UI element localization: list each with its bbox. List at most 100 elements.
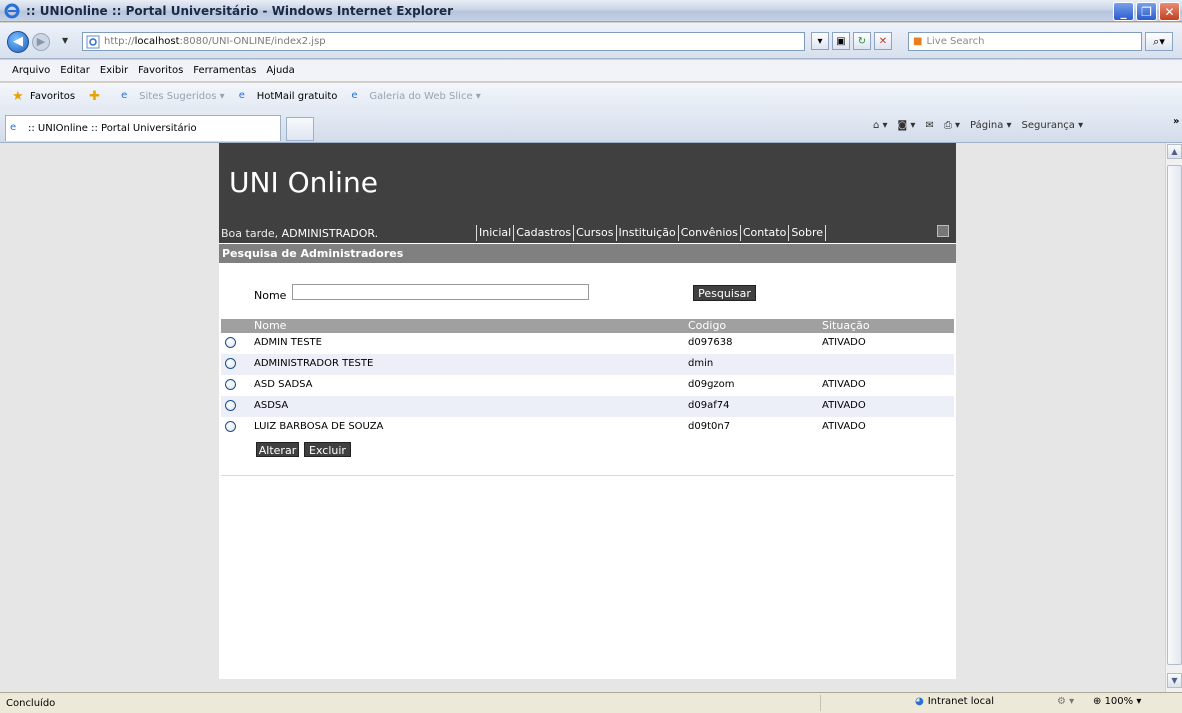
add-favorite-button[interactable]: ✚ [89, 88, 107, 104]
cell-status: ATIVADO [822, 379, 866, 390]
nav-inicial[interactable]: Inicial [478, 225, 512, 241]
home-icon[interactable]: ⌂ ▾ [873, 120, 888, 131]
row-radio[interactable] [225, 358, 236, 369]
nav-sobre[interactable]: Sobre [790, 225, 824, 241]
address-input[interactable]: http://localhost:8080/UNI-ONLINE/index2.… [82, 32, 805, 51]
maximize-button[interactable]: ❐ [1136, 2, 1157, 21]
ie-logo-icon [4, 3, 20, 18]
vertical-scrollbar[interactable]: ▲ ▼ [1165, 143, 1182, 692]
refresh-icon[interactable]: ↻ [853, 32, 871, 50]
admin-table: Nome Codigo Situação ADMIN TESTE d097638… [221, 319, 954, 438]
print-icon[interactable]: ⎙ ▾ [944, 120, 960, 131]
cell-status: ATIVADO [822, 337, 866, 348]
protected-mode-icon[interactable]: ⚙ ▾ [1057, 696, 1074, 707]
fav-hotmail[interactable]: e HotMail gratuito [239, 90, 338, 104]
nav-cursos[interactable]: Cursos [575, 225, 614, 241]
stop-icon[interactable]: ✕ [874, 32, 892, 50]
forward-button[interactable]: ▶ [32, 33, 50, 51]
menu-bar: Arquivo Editar Exibir Favoritos Ferramen… [0, 60, 1182, 82]
new-tab-button[interactable] [286, 117, 314, 141]
logout-icon[interactable] [937, 225, 949, 237]
scroll-up-icon[interactable]: ▲ [1167, 144, 1182, 159]
table-row[interactable]: ADMINISTRADOR TESTE dmin [221, 354, 954, 375]
cell-name: ADMINISTRADOR TESTE [254, 358, 374, 369]
header-name: Nome [254, 319, 287, 332]
cell-status: ATIVADO [822, 421, 866, 432]
tab-row: e :: UNIOnline :: Portal Universitário ⌂… [0, 110, 1182, 143]
table-header: Nome Codigo Situação [221, 319, 954, 333]
menu-exibir[interactable]: Exibir [100, 65, 128, 76]
nav-instituicao[interactable]: Instituição [618, 225, 677, 241]
table-row[interactable]: ASDSA d09af74 ATIVADO [221, 396, 954, 417]
cell-code: d09t0n7 [688, 421, 731, 432]
delete-button[interactable]: Excluir [304, 442, 351, 457]
table-row[interactable]: ADMIN TESTE d097638 ATIVADO [221, 333, 954, 354]
address-url: http://localhost:8080/UNI-ONLINE/index2.… [104, 36, 326, 47]
scroll-down-icon[interactable]: ▼ [1167, 673, 1182, 688]
header-status: Situação [822, 319, 870, 332]
close-button[interactable]: ✕ [1159, 2, 1180, 21]
search-submit-button[interactable]: Pesquisar [693, 285, 756, 301]
ie-page-icon: e [351, 89, 358, 101]
cell-name: ASDSA [254, 400, 289, 411]
nav-contato[interactable]: Contato [742, 225, 787, 241]
ie-page-icon: e [10, 121, 17, 133]
star-icon: ★ [12, 88, 24, 104]
table-row[interactable]: LUIZ BARBOSA DE SOUZA d09t0n7 ATIVADO [221, 417, 954, 438]
browser-viewport: UNI Online Boa tarde, ADMINISTRADOR. Ini… [0, 143, 1182, 692]
menu-ajuda[interactable]: Ajuda [266, 65, 294, 76]
security-zone[interactable]: ◕ Intranet local [915, 696, 994, 707]
search-placeholder: Live Search [926, 36, 985, 47]
status-bar: Concluído ◕ Intranet local ⚙ ▾ ⊕ 100% ▾ [0, 692, 1182, 713]
compatibility-view-icon[interactable]: ▣ [832, 32, 850, 50]
site-header: UNI Online Boa tarde, ADMINISTRADOR. Ini… [219, 143, 956, 243]
recent-pages-dropdown[interactable]: ▼ [62, 36, 68, 45]
site-logo: UNI Online [229, 166, 378, 199]
globe-icon: ◕ [915, 696, 924, 707]
menu-editar[interactable]: Editar [60, 65, 90, 76]
table-row[interactable]: ASD SADSA d09gzom ATIVADO [221, 375, 954, 396]
section-title: Pesquisa de Administradores [219, 244, 956, 263]
page-menu[interactable]: Página ▾ [970, 120, 1012, 131]
menu-favoritos[interactable]: Favoritos [138, 65, 183, 76]
divider [221, 475, 954, 476]
address-dropdown-button[interactable]: ▾ [811, 32, 829, 50]
cell-status: ATIVADO [822, 400, 866, 411]
more-chevron-icon[interactable]: » [1173, 116, 1179, 127]
search-input[interactable]: ■ Live Search [908, 32, 1142, 51]
nav-cadastros[interactable]: Cadastros [515, 225, 572, 241]
search-button[interactable]: ⌕▾ [1145, 32, 1173, 51]
scroll-thumb[interactable] [1167, 165, 1182, 665]
favorites-bar: ★ Favoritos ✚ e Sites Sugeridos ▾ e HotM… [0, 83, 1182, 110]
minimize-button[interactable]: _ [1113, 2, 1134, 21]
row-radio[interactable] [225, 379, 236, 390]
zoom-control[interactable]: ⊕ 100% ▾ [1093, 696, 1141, 707]
cell-code: d097638 [688, 337, 733, 348]
status-text: Concluído [6, 697, 56, 709]
header-code: Codigo [688, 319, 727, 332]
menu-arquivo[interactable]: Arquivo [12, 65, 50, 76]
security-menu[interactable]: Segurança ▾ [1022, 120, 1084, 131]
edit-button[interactable]: Alterar [256, 442, 299, 457]
cell-code: dmin [688, 358, 714, 369]
nav-convenios[interactable]: Convênios [680, 225, 739, 241]
feeds-icon[interactable]: ◙ ▾ [898, 120, 916, 131]
tab-unionline[interactable]: e :: UNIOnline :: Portal Universitário [5, 115, 281, 141]
row-radio[interactable] [225, 421, 236, 432]
mail-icon[interactable]: ✉ [925, 120, 933, 131]
favorites-button[interactable]: ★ Favoritos [12, 88, 75, 104]
fav-sites-sugeridos[interactable]: e Sites Sugeridos ▾ [121, 90, 225, 104]
menu-ferramentas[interactable]: Ferramentas [193, 65, 256, 76]
window-titlebar: :: UNIOnline :: Portal Universitário - W… [0, 0, 1182, 22]
live-search-icon: ■ [913, 36, 923, 47]
cell-code: d09gzom [688, 379, 735, 390]
status-panes [820, 695, 910, 711]
back-button[interactable]: ◀ [7, 31, 29, 53]
row-radio[interactable] [225, 400, 236, 411]
row-radio[interactable] [225, 337, 236, 348]
fav-web-slice[interactable]: e Galeria do Web Slice ▾ [351, 90, 480, 104]
greeting: Boa tarde, ADMINISTRADOR. [221, 227, 379, 240]
add-star-icon: ✚ [89, 88, 101, 104]
name-search-input[interactable] [292, 284, 589, 300]
page-icon [86, 35, 100, 48]
